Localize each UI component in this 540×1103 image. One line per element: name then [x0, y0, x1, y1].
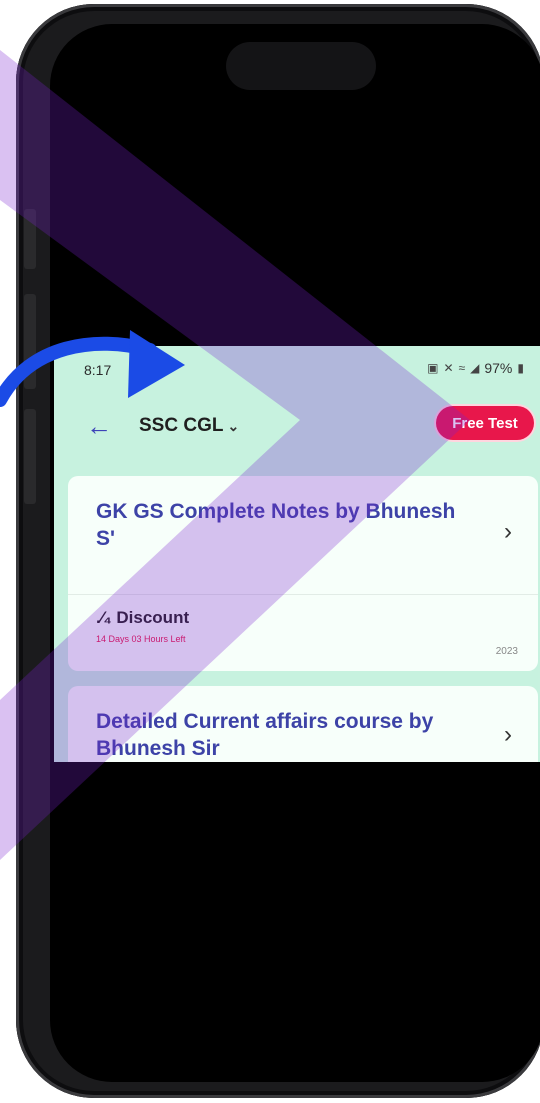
- phone-frame: 8:17 ▣ ✕ ≈ ◢ 97% ▮ ← SSC CGL ⌄ Free Test: [16, 4, 540, 1098]
- discount-label: .⁄₄ Discount: [96, 608, 190, 627]
- course-card[interactable]: GK GS Complete Notes by Bhunesh S' › .⁄₄…: [68, 476, 538, 671]
- course-title: GK GS Complete Notes by Bhunesh S': [96, 500, 456, 550]
- status-time: 8:17: [84, 362, 112, 378]
- battery-icon: ▮: [517, 361, 524, 375]
- status-icons: ▣ ✕ ≈ ◢ 97% ▮: [427, 360, 524, 376]
- phone-side-button: [24, 409, 36, 504]
- course-title: Detailed Current affairs course by Bhune…: [96, 710, 434, 760]
- year-label: 2023: [495, 646, 518, 657]
- signal-icon: ◢: [470, 361, 480, 375]
- status-bar: 8:17 ▣ ✕ ≈ ◢ 97% ▮: [54, 346, 540, 396]
- top-bar: ← SSC CGL ⌄ Free Test: [54, 396, 540, 466]
- discount-row: .⁄₄ Discount 14 Days 03 Hours Left: [96, 608, 189, 644]
- phone-side-button: [24, 209, 36, 269]
- free-test-button[interactable]: Free Test: [436, 406, 534, 440]
- chevron-down-icon: ⌄: [227, 417, 240, 434]
- course-card[interactable]: Detailed Current affairs course by Bhune…: [68, 686, 538, 762]
- mute-icon: ✕: [443, 361, 454, 375]
- dynamic-island: [226, 42, 376, 90]
- lock-icon: ▣: [427, 361, 439, 375]
- phone-side-button: [24, 294, 36, 389]
- chevron-right-icon[interactable]: ›: [504, 518, 512, 546]
- time-left: 14 Days 03 Hours Left: [96, 634, 186, 644]
- back-arrow-icon[interactable]: ←: [86, 406, 112, 446]
- exam-name: SSC CGL: [139, 415, 224, 436]
- card-divider: [68, 594, 538, 595]
- exam-selector[interactable]: SSC CGL ⌄: [139, 411, 239, 441]
- app-area: 8:17 ▣ ✕ ≈ ◢ 97% ▮ ← SSC CGL ⌄ Free Test: [54, 346, 540, 762]
- chevron-right-icon[interactable]: ›: [504, 721, 512, 749]
- wifi-icon: ≈: [458, 361, 466, 375]
- phone-screen: 8:17 ▣ ✕ ≈ ◢ 97% ▮ ← SSC CGL ⌄ Free Test: [50, 24, 540, 1082]
- battery-percent: 97%: [484, 360, 513, 376]
